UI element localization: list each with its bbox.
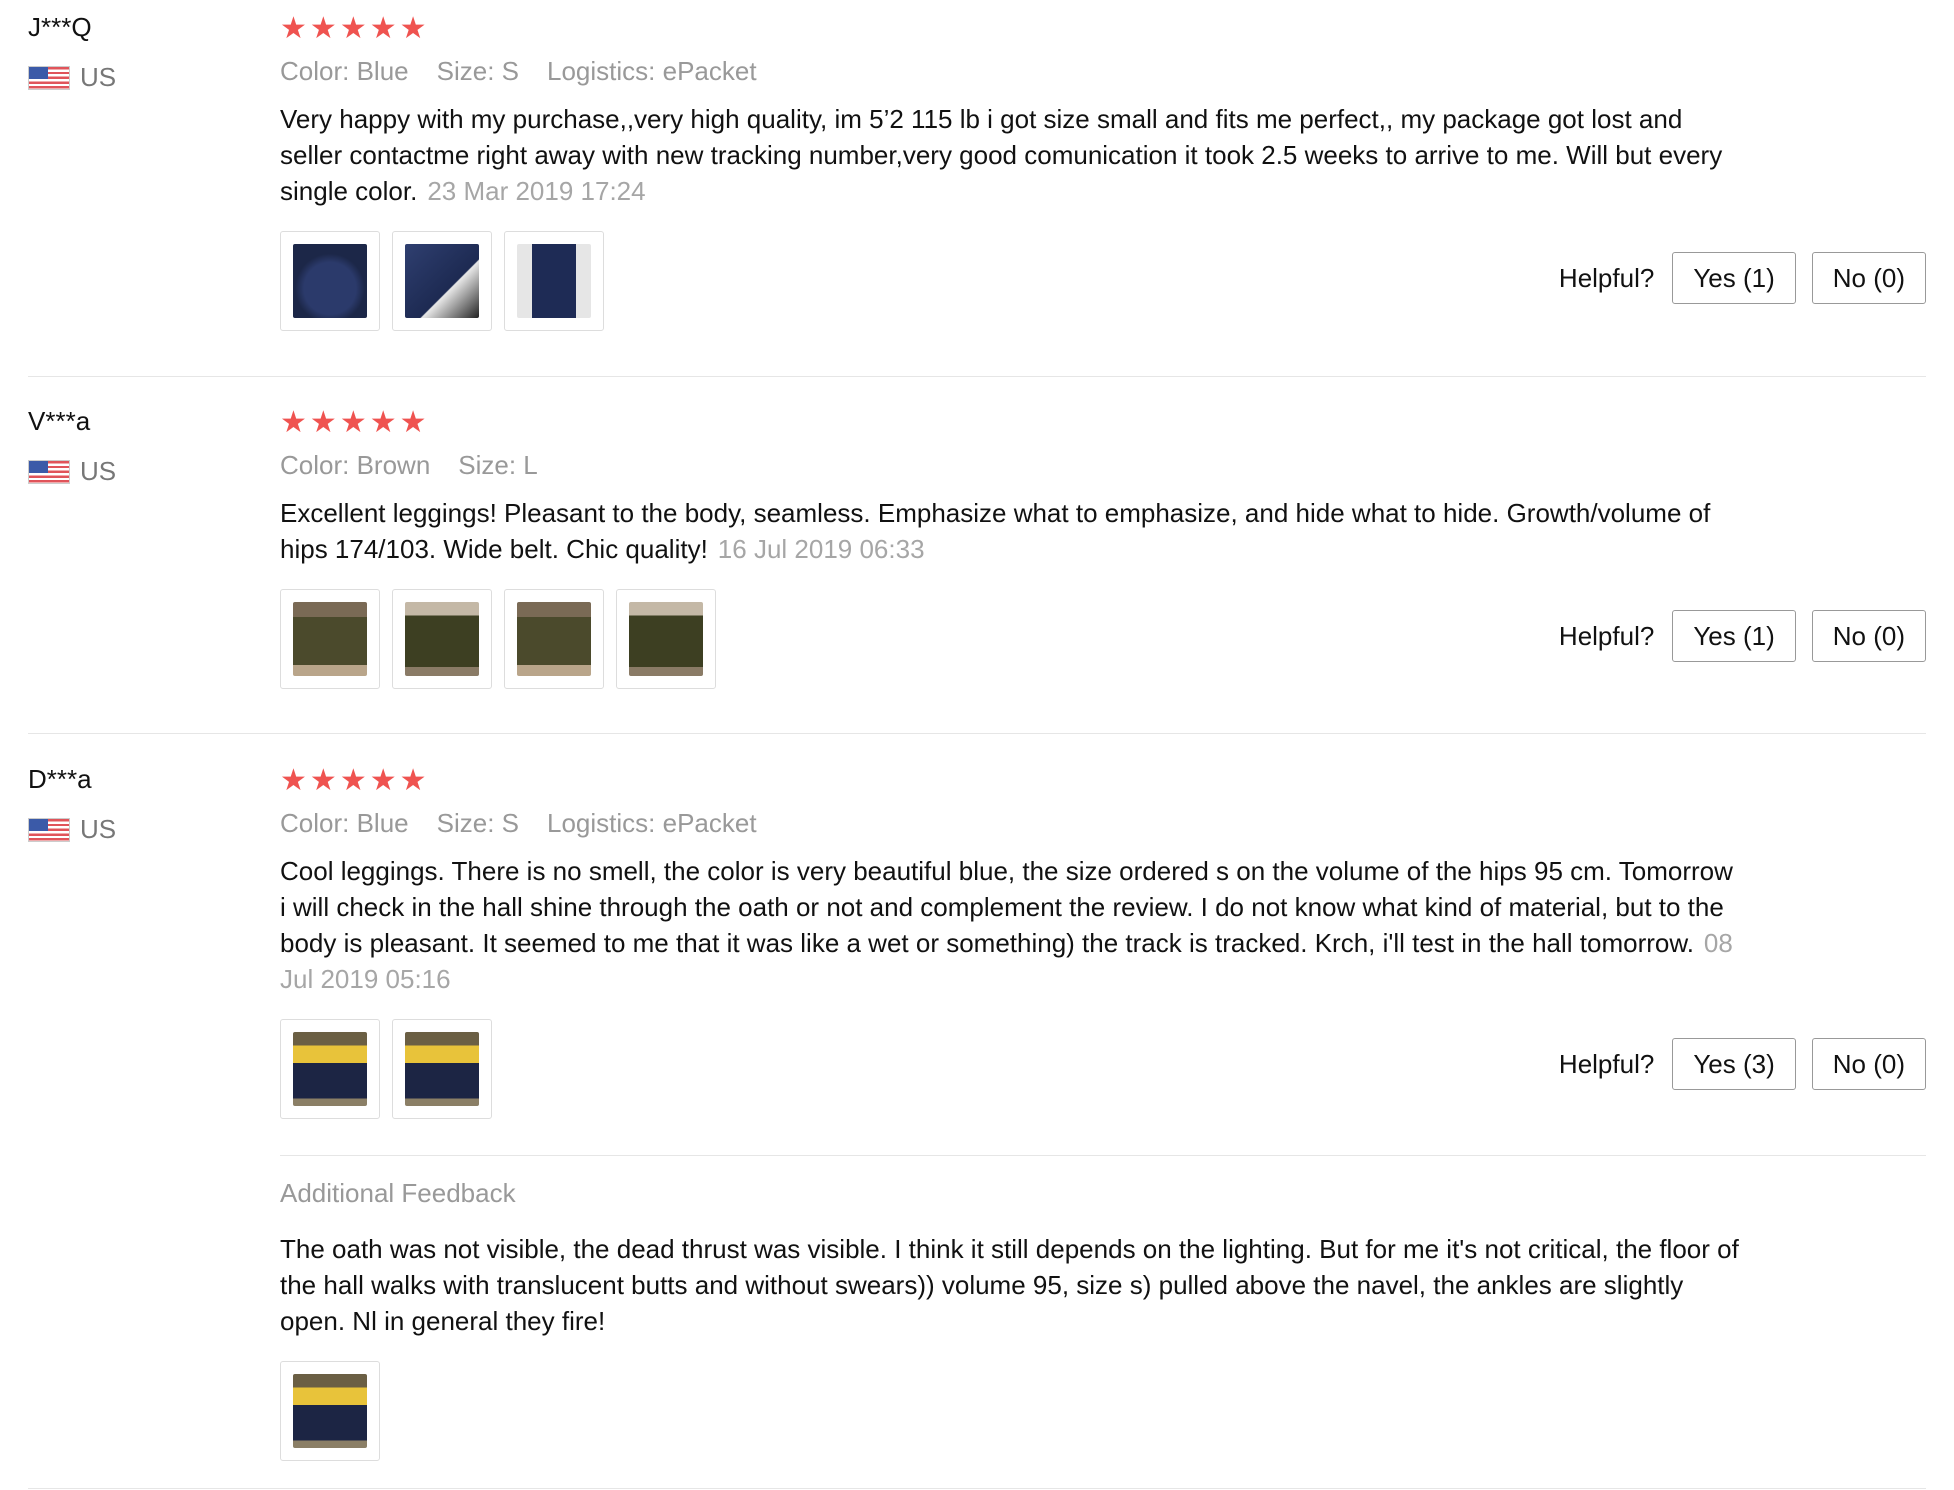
photo-image [405, 1032, 479, 1106]
order-details: Color: Brown Size: L [280, 450, 1926, 481]
photo-thumbnail[interactable] [280, 1019, 380, 1119]
helpful-no-button[interactable]: No (0) [1811, 1038, 1926, 1090]
star-icon: ★ [399, 764, 427, 797]
us-flag-icon [28, 459, 70, 484]
review-body: Cool leggings. There is no smell, the co… [280, 856, 1733, 958]
star-rating: ★ ★ ★ ★ ★ [280, 766, 1926, 796]
photo-thumbnail[interactable] [504, 589, 604, 689]
star-icon: ★ [369, 406, 397, 439]
review-divider [28, 1488, 1926, 1489]
additional-feedback-divider [280, 1155, 1926, 1156]
review-divider [28, 733, 1926, 734]
helpful-section: Helpful? Yes (3) No (0) [1559, 1038, 1926, 1090]
star-icon: ★ [309, 12, 337, 45]
reviewer-info: V***a US [28, 408, 268, 487]
additional-feedback-title: Additional Feedback [280, 1178, 516, 1208]
color-detail: Color: Blue [280, 808, 409, 838]
photo-thumbnail[interactable] [504, 231, 604, 331]
star-icon: ★ [309, 764, 337, 797]
additional-feedback-text: The oath was not visible, the dead thrus… [280, 1234, 1739, 1336]
country-code: US [80, 456, 117, 486]
photo-thumbnail[interactable] [280, 231, 380, 331]
logistics-detail: Logistics: ePacket [547, 56, 757, 86]
star-icon: ★ [339, 12, 367, 45]
helpful-label: Helpful? [1558, 262, 1655, 293]
photo-image [293, 244, 367, 318]
reviewer-country: US [28, 814, 268, 845]
photo-thumbnail[interactable] [280, 589, 380, 689]
photo-image [405, 602, 479, 676]
review-date: 23 Mar 2019 17:24 [427, 176, 646, 206]
reviewer-info: D***a US [28, 766, 268, 845]
review-content: ★ ★ ★ ★ ★ Color: Blue Size: S Logistics: ePa… [280, 766, 1926, 1119]
photo-image [517, 244, 591, 318]
helpful-section: Helpful? Yes (1) No (0) [1559, 252, 1926, 304]
photo-image [293, 1374, 367, 1448]
helpful-no-button[interactable]: No (0) [1811, 610, 1926, 662]
star-rating: ★ ★ ★ ★ ★ [280, 408, 1926, 438]
order-details: Color: Blue Size: S Logistics: ePacket [280, 808, 1926, 839]
star-icon: ★ [280, 764, 307, 797]
star-icon: ★ [309, 406, 337, 439]
photo-thumbnail[interactable] [280, 1361, 380, 1461]
us-flag-icon [28, 817, 70, 842]
photo-image [629, 602, 703, 676]
photo-image [517, 602, 591, 676]
helpful-label: Helpful? [1558, 1048, 1655, 1079]
review-content: ★ ★ ★ ★ ★ Color: Blue Size: S Logistics: ePa… [280, 14, 1926, 331]
review-date: 16 Jul 2019 06:33 [717, 534, 925, 564]
star-icon: ★ [339, 764, 367, 797]
color-detail: Color: Blue [280, 56, 409, 86]
star-icon: ★ [280, 406, 307, 439]
country-code: US [80, 814, 117, 844]
logistics-detail: Logistics: ePacket [547, 808, 757, 838]
review-text: Excellent leggings! Pleasant to the body… [280, 495, 1740, 567]
reviewer-name: D***a [28, 764, 92, 794]
review-divider [28, 376, 1926, 377]
photo-image [405, 244, 479, 318]
star-icon: ★ [369, 764, 397, 797]
star-icon: ★ [369, 12, 397, 45]
photo-thumbnail[interactable] [392, 231, 492, 331]
size-detail: Size: S [436, 808, 519, 838]
helpful-yes-button[interactable]: Yes (1) [1672, 252, 1796, 304]
reviewer-country: US [28, 62, 268, 93]
star-rating: ★ ★ ★ ★ ★ [280, 14, 1926, 44]
reviewer-name: V***a [28, 406, 91, 436]
size-detail: Size: S [436, 56, 519, 86]
reviewer-info: J***Q US [28, 14, 268, 93]
us-flag-icon [28, 65, 70, 90]
review-text: Very happy with my purchase,,very high q… [280, 101, 1740, 209]
review-text: Cool leggings. There is no smell, the co… [280, 853, 1740, 997]
helpful-yes-button[interactable]: Yes (3) [1672, 1038, 1796, 1090]
helpful-no-button[interactable]: No (0) [1811, 252, 1926, 304]
star-icon: ★ [280, 12, 307, 45]
helpful-yes-button[interactable]: Yes (1) [1672, 610, 1796, 662]
photo-image [293, 602, 367, 676]
review-body: Excellent leggings! Pleasant to the body… [280, 498, 1711, 564]
additional-feedback: Additional Feedback The oath was not vis… [280, 1178, 1926, 1461]
star-icon: ★ [399, 12, 427, 45]
country-code: US [80, 62, 117, 92]
photo-thumbnail[interactable] [392, 589, 492, 689]
size-detail: Size: L [458, 450, 538, 480]
additional-feedback-photos [280, 1361, 1926, 1461]
helpful-label: Helpful? [1558, 620, 1655, 651]
star-icon: ★ [339, 406, 367, 439]
color-detail: Color: Brown [280, 450, 431, 480]
star-icon: ★ [399, 406, 427, 439]
reviewer-name: J***Q [28, 12, 92, 42]
helpful-section: Helpful? Yes (1) No (0) [1559, 610, 1926, 662]
review-content: ★ ★ ★ ★ ★ Color: Brown Size: L Excellent leg… [280, 408, 1926, 689]
reviewer-country: US [28, 456, 268, 487]
photo-thumbnail[interactable] [616, 589, 716, 689]
order-details: Color: Blue Size: S Logistics: ePacket [280, 56, 1926, 87]
photo-image [293, 1032, 367, 1106]
photo-thumbnail[interactable] [392, 1019, 492, 1119]
